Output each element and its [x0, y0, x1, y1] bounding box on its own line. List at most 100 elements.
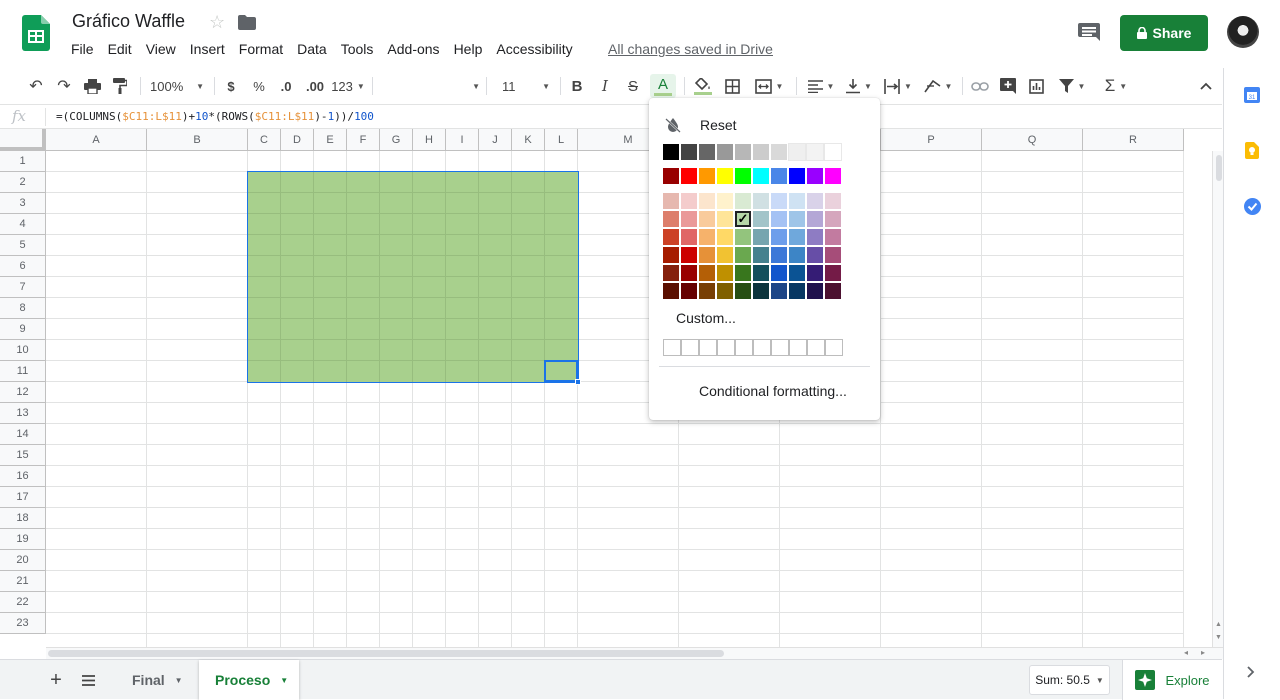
color-swatch[interactable]	[825, 283, 841, 299]
color-swatch[interactable]	[771, 211, 787, 227]
color-swatch[interactable]	[663, 168, 679, 184]
select-all-corner[interactable]	[0, 129, 46, 151]
column-header-f[interactable]: F	[347, 129, 380, 151]
scroll-up-icon[interactable]: ▲	[1215, 621, 1222, 628]
undo-icon[interactable]: ↶	[24, 74, 48, 98]
comments-icon[interactable]	[1078, 23, 1100, 43]
italic-button[interactable]: I	[594, 74, 616, 98]
save-status-link[interactable]: All changes saved in Drive	[608, 41, 773, 57]
column-header-k[interactable]: K	[512, 129, 545, 151]
folder-icon[interactable]	[238, 15, 256, 30]
menu-tools[interactable]: Tools	[334, 40, 381, 60]
row-header-9[interactable]: 9	[0, 319, 46, 340]
color-swatch[interactable]	[699, 168, 715, 184]
font-family-select[interactable]: ▼	[378, 74, 480, 98]
menu-edit[interactable]: Edit	[101, 40, 139, 60]
color-swatch[interactable]	[825, 247, 841, 263]
color-swatch[interactable]	[771, 193, 787, 209]
column-header-i[interactable]: I	[446, 129, 479, 151]
active-cell[interactable]	[544, 360, 578, 382]
collapse-toolbar-icon[interactable]	[1194, 74, 1218, 98]
menu-help[interactable]: Help	[447, 40, 490, 60]
color-swatch[interactable]	[717, 283, 733, 299]
custom-color-slot[interactable]	[699, 339, 717, 356]
custom-color-option[interactable]: Custom...	[676, 310, 736, 326]
row-header-3[interactable]: 3	[0, 193, 46, 214]
color-swatch[interactable]	[735, 265, 751, 281]
color-swatch[interactable]	[825, 229, 841, 245]
column-header-a[interactable]: A	[46, 129, 147, 151]
text-rotation-icon[interactable]: ▼	[920, 74, 956, 98]
row-header-1[interactable]: 1	[0, 151, 46, 172]
scroll-down-icon[interactable]: ▼	[1215, 634, 1222, 641]
custom-color-slot[interactable]	[735, 339, 753, 356]
color-swatch[interactable]	[789, 211, 805, 227]
row-header-8[interactable]: 8	[0, 298, 46, 319]
zoom-select[interactable]: 100% ▼	[146, 74, 208, 98]
custom-color-slot[interactable]	[825, 339, 843, 356]
color-swatch[interactable]	[735, 193, 751, 209]
vertical-scroll-thumb[interactable]	[1216, 155, 1222, 181]
menu-add-ons[interactable]: Add-ons	[380, 40, 446, 60]
row-header-17[interactable]: 17	[0, 487, 46, 508]
row-header-7[interactable]: 7	[0, 277, 46, 298]
menu-accessibility[interactable]: Accessibility	[489, 40, 579, 60]
paint-format-icon[interactable]	[108, 74, 132, 98]
sheets-logo-icon[interactable]	[22, 15, 50, 51]
color-swatch[interactable]	[753, 247, 769, 263]
color-swatch[interactable]	[663, 144, 679, 160]
calendar-icon[interactable]: 31	[1244, 87, 1260, 108]
row-header-6[interactable]: 6	[0, 256, 46, 277]
menu-format[interactable]: Format	[232, 40, 290, 60]
text-wrapping-icon[interactable]: ▼	[880, 74, 916, 98]
column-header-e[interactable]: E	[314, 129, 347, 151]
vertical-scrollbar[interactable]: ▲ ▼	[1212, 151, 1223, 647]
color-swatch[interactable]	[753, 144, 769, 160]
column-header-g[interactable]: G	[380, 129, 413, 151]
color-swatch[interactable]	[717, 265, 733, 281]
menu-view[interactable]: View	[139, 40, 183, 60]
color-swatch[interactable]	[699, 247, 715, 263]
color-swatch[interactable]	[681, 283, 697, 299]
color-swatch[interactable]	[699, 193, 715, 209]
color-swatch[interactable]	[717, 144, 733, 160]
row-header-19[interactable]: 19	[0, 529, 46, 550]
color-swatch[interactable]	[789, 247, 805, 263]
color-swatch[interactable]	[771, 168, 787, 184]
strikethrough-button[interactable]: S	[622, 74, 644, 98]
color-swatch[interactable]	[771, 229, 787, 245]
sheet-tab-final[interactable]: Final ▼	[118, 660, 196, 700]
color-swatch[interactable]	[807, 283, 823, 299]
column-header-r[interactable]: R	[1083, 129, 1184, 151]
color-swatch[interactable]	[825, 193, 841, 209]
color-swatch[interactable]	[663, 229, 679, 245]
color-swatch[interactable]	[771, 265, 787, 281]
column-header-j[interactable]: J	[479, 129, 512, 151]
horizontal-scrollbar[interactable]: ◂ ▸	[46, 647, 1223, 659]
color-swatch[interactable]	[807, 265, 823, 281]
percent-format-button[interactable]: %	[248, 74, 270, 98]
color-swatch[interactable]	[806, 143, 824, 161]
color-swatch[interactable]	[807, 168, 823, 184]
custom-color-slot[interactable]	[789, 339, 807, 356]
custom-color-slot[interactable]	[681, 339, 699, 356]
vertical-align-icon[interactable]: ▼	[842, 74, 876, 98]
color-swatch[interactable]	[825, 168, 841, 184]
color-swatch[interactable]	[789, 265, 805, 281]
row-header-4[interactable]: 4	[0, 214, 46, 235]
color-swatch[interactable]	[789, 229, 805, 245]
color-swatch[interactable]	[717, 247, 733, 263]
row-header-5[interactable]: 5	[0, 235, 46, 256]
row-header-21[interactable]: 21	[0, 571, 46, 592]
column-header-d[interactable]: D	[281, 129, 314, 151]
share-button[interactable]: Share	[1120, 15, 1208, 51]
menu-data[interactable]: Data	[290, 40, 334, 60]
color-swatch[interactable]	[735, 283, 751, 299]
row-header-10[interactable]: 10	[0, 340, 46, 361]
document-title[interactable]: Gráfico Waffle	[72, 11, 185, 32]
color-swatch[interactable]	[825, 265, 841, 281]
color-swatch[interactable]	[825, 211, 841, 227]
insert-link-icon[interactable]	[968, 74, 992, 98]
color-swatch[interactable]	[663, 211, 679, 227]
custom-color-slot[interactable]	[771, 339, 789, 356]
